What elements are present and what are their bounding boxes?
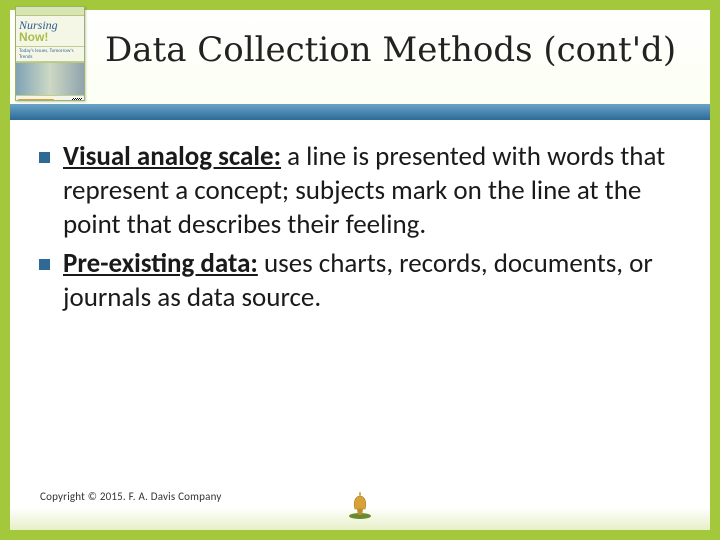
book-photo (16, 62, 84, 95)
list-item: Pre-existing data: uses charts, records,… (35, 247, 685, 315)
book-author-strip (16, 7, 84, 16)
content-area: Visual analog scale: a line is presented… (35, 140, 685, 470)
book-title-block: Nursing Now! (16, 16, 84, 46)
footer: Copyright © 2015. F. A. Davis Company (10, 490, 710, 530)
book-subtitle: Today's Issues, Tomorrow's Trends (16, 46, 84, 62)
slide: Nursing Now! Today's Issues, Tomorrow's … (0, 0, 720, 540)
bullet-term: Pre-existing data: (63, 247, 258, 280)
bullet-term: Visual analog scale: (63, 140, 281, 173)
slide-title: Data Collection Methods (cont'd) (105, 30, 690, 70)
book-bottom-strip: Seventh Edition (16, 95, 84, 101)
book-qr-icon (72, 98, 82, 102)
book-cover-thumbnail: Nursing Now! Today's Issues, Tomorrow's … (15, 6, 85, 101)
book-now: Now! (19, 31, 84, 43)
header-accent-bar (10, 104, 710, 120)
header: Nursing Now! Today's Issues, Tomorrow's … (10, 10, 710, 120)
bullet-list: Visual analog scale: a line is presented… (35, 140, 685, 315)
list-item: Visual analog scale: a line is presented… (35, 140, 685, 241)
book-edition: Seventh Edition (18, 99, 54, 102)
copyright-text: Copyright © 2015. F. A. Davis Company (40, 490, 222, 503)
lamp-icon (348, 490, 372, 520)
